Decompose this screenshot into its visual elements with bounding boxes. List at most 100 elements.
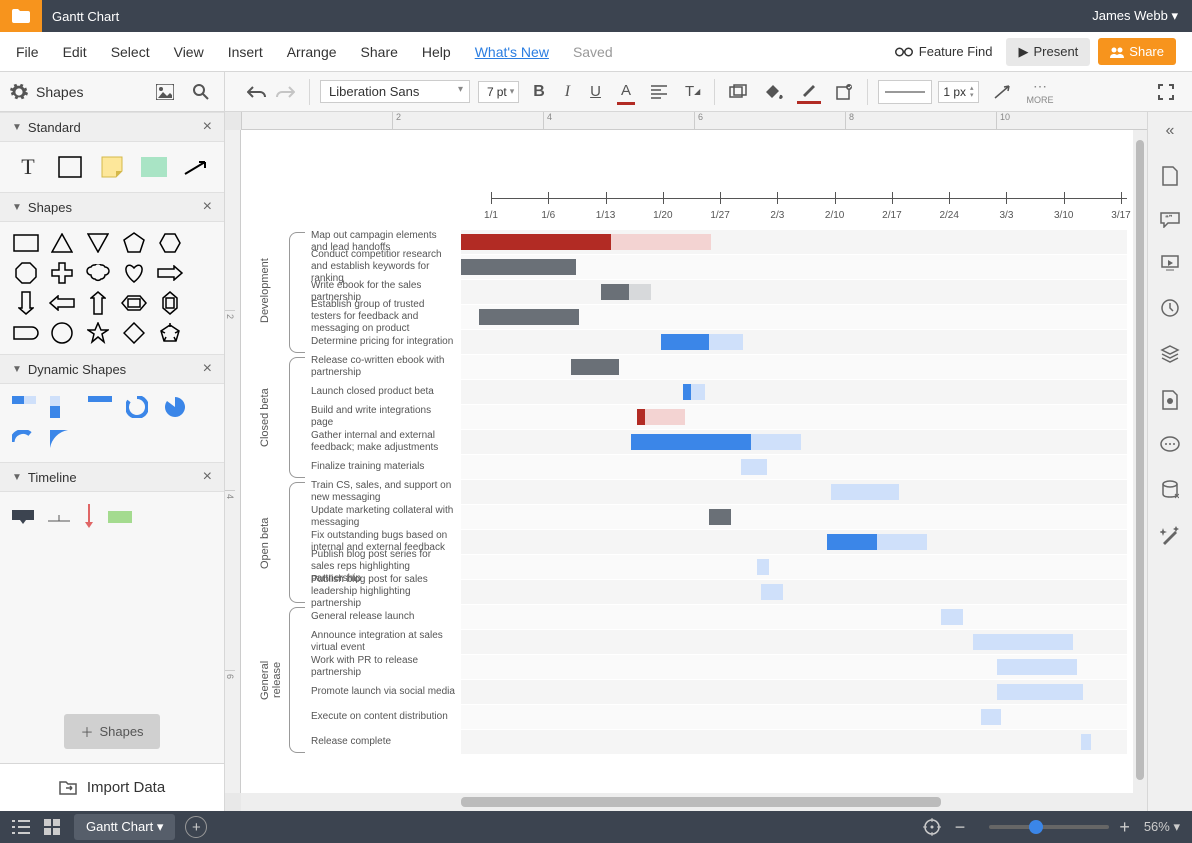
close-icon[interactable]: × [203,198,212,216]
section-standard[interactable]: ▼Standard× [0,112,224,142]
menu-select[interactable]: Select [111,44,150,60]
canvas-area[interactable]: 246810 246 1/11/61/131/201/272/32/102/17… [225,112,1192,811]
undo-icon[interactable] [243,80,271,104]
text-shape[interactable]: T [14,156,42,178]
task-row[interactable]: Execute on content distribution [251,705,1127,729]
database-icon[interactable] [1161,480,1179,500]
history-icon[interactable] [1160,298,1180,318]
line-arrow-icon[interactable] [989,80,1017,104]
line-width-select[interactable]: 1 px▴▾ [938,81,978,103]
feature-find[interactable]: Feature Find [895,44,993,59]
task-row[interactable]: Work with PR to release partnership [251,655,1127,679]
close-icon[interactable]: × [203,468,212,486]
scrollbar-vertical[interactable] [1133,130,1147,793]
task-row[interactable]: Release co-written ebook with partnershi… [251,355,1127,379]
shapes-label: Shapes [36,84,152,100]
page-tab[interactable]: Gantt Chart ▾ [74,814,175,840]
ruler-horizontal: 246810 [241,112,1147,130]
present-button[interactable]: ▶ Present [1006,38,1090,66]
task-row[interactable]: Determine pricing for integration [251,330,1127,354]
comment-icon[interactable]: ❝❞ [1160,212,1180,228]
task-row[interactable]: Release complete [251,730,1127,754]
task-row[interactable]: Train CS, sales, and support on new mess… [251,480,1127,504]
data-icon[interactable] [1161,390,1179,410]
menu-file[interactable]: File [16,44,39,60]
line-style-select[interactable] [878,80,932,104]
zoom-level[interactable]: 56% ▾ [1144,819,1180,835]
task-row[interactable]: Promote launch via social media [251,680,1127,704]
more-button[interactable]: ⋯MORE [1027,78,1054,105]
document-title[interactable]: Gantt Chart [42,9,1092,24]
align-icon[interactable] [647,81,671,103]
menu-edit[interactable]: Edit [63,44,87,60]
layers-icon[interactable] [1160,344,1180,364]
task-row[interactable]: Launch closed product beta [251,380,1127,404]
user-menu[interactable]: James Webb ▾ [1092,8,1192,24]
grid-view-icon[interactable] [44,819,60,835]
task-row[interactable]: Publish blog post for sales leadership h… [251,580,1127,604]
fill-icon[interactable] [761,79,787,105]
font-size-select[interactable]: 7 pt ▾ [478,81,519,103]
task-row[interactable]: General release launch [251,605,1127,629]
zoom-out-icon[interactable]: − [955,817,966,838]
magic-icon[interactable] [1160,526,1180,546]
bold-icon[interactable]: B [529,79,549,105]
left-panel: ▼Standard× T ▼Shapes× [0,112,225,811]
task-row[interactable]: Update marketing collateral with messagi… [251,505,1127,529]
task-row[interactable]: Build and write integrations page [251,405,1127,429]
menu-insert[interactable]: Insert [228,44,263,60]
task-row[interactable]: Conduct competitior research and establi… [251,255,1127,279]
add-shapes-button[interactable]: ＋ Shapes [64,714,159,749]
scrollbar-horizontal[interactable] [241,793,1147,811]
close-icon[interactable]: × [203,360,212,378]
section-timeline[interactable]: ▼Timeline× [0,462,224,492]
underline-icon[interactable]: U [586,79,605,104]
shape-options-icon[interactable] [831,79,857,105]
toolbar: Shapes Liberation Sans 7 pt ▾ B I U A T◢… [0,72,1192,112]
import-data-button[interactable]: Import Data [0,763,224,811]
task-row[interactable]: Establish group of trusted testers for f… [251,305,1127,329]
folder-icon[interactable] [0,0,42,32]
line-color-icon[interactable] [797,79,821,104]
menu-view[interactable]: View [174,44,204,60]
list-view-icon[interactable] [12,820,30,834]
zoom-in-icon[interactable]: + [1119,817,1130,838]
svg-text:❝❞: ❝❞ [1165,214,1173,222]
section-shapes[interactable]: ▼Shapes× [0,192,224,222]
shape-format-icon[interactable] [725,80,751,104]
task-row[interactable]: Announce integration at sales virtual ev… [251,630,1127,654]
right-sidebar: « ❝❞ [1147,112,1192,811]
menu-whats-new[interactable]: What's New [475,44,549,60]
page-icon[interactable] [1161,166,1179,186]
saved-status: Saved [573,44,613,60]
menubar: File Edit Select View Insert Arrange Sha… [0,32,1192,72]
rect-shape[interactable] [56,156,84,178]
slides-icon[interactable] [1160,254,1180,272]
fullscreen-icon[interactable] [1154,80,1178,104]
text-color-icon[interactable]: A [617,79,635,105]
close-icon[interactable]: × [203,118,212,136]
target-icon[interactable] [923,818,941,836]
add-page-button[interactable]: + [185,816,207,838]
task-row[interactable]: Gather internal and external feedback; m… [251,430,1127,454]
image-icon[interactable] [152,80,178,104]
text-options-icon[interactable]: T◢ [681,79,704,104]
menu-arrange[interactable]: Arrange [287,44,337,60]
note-shape[interactable] [98,156,126,178]
chat-icon[interactable] [1160,436,1180,454]
share-button[interactable]: Share [1098,38,1176,65]
task-row[interactable]: Finalize training materials [251,455,1127,479]
search-icon[interactable] [188,79,214,105]
redo-icon[interactable] [271,80,299,104]
font-select[interactable]: Liberation Sans [320,80,470,103]
zoom-slider[interactable] [989,825,1109,829]
menu-share[interactable]: Share [361,44,398,60]
block-shape[interactable] [140,156,168,178]
arrow-shape[interactable] [182,156,210,178]
italic-icon[interactable]: I [561,79,574,105]
section-dynamic[interactable]: ▼Dynamic Shapes× [0,354,224,384]
gear-icon[interactable] [10,83,28,101]
titlebar: Gantt Chart James Webb ▾ [0,0,1192,32]
collapse-icon[interactable]: « [1166,122,1175,140]
menu-help[interactable]: Help [422,44,451,60]
